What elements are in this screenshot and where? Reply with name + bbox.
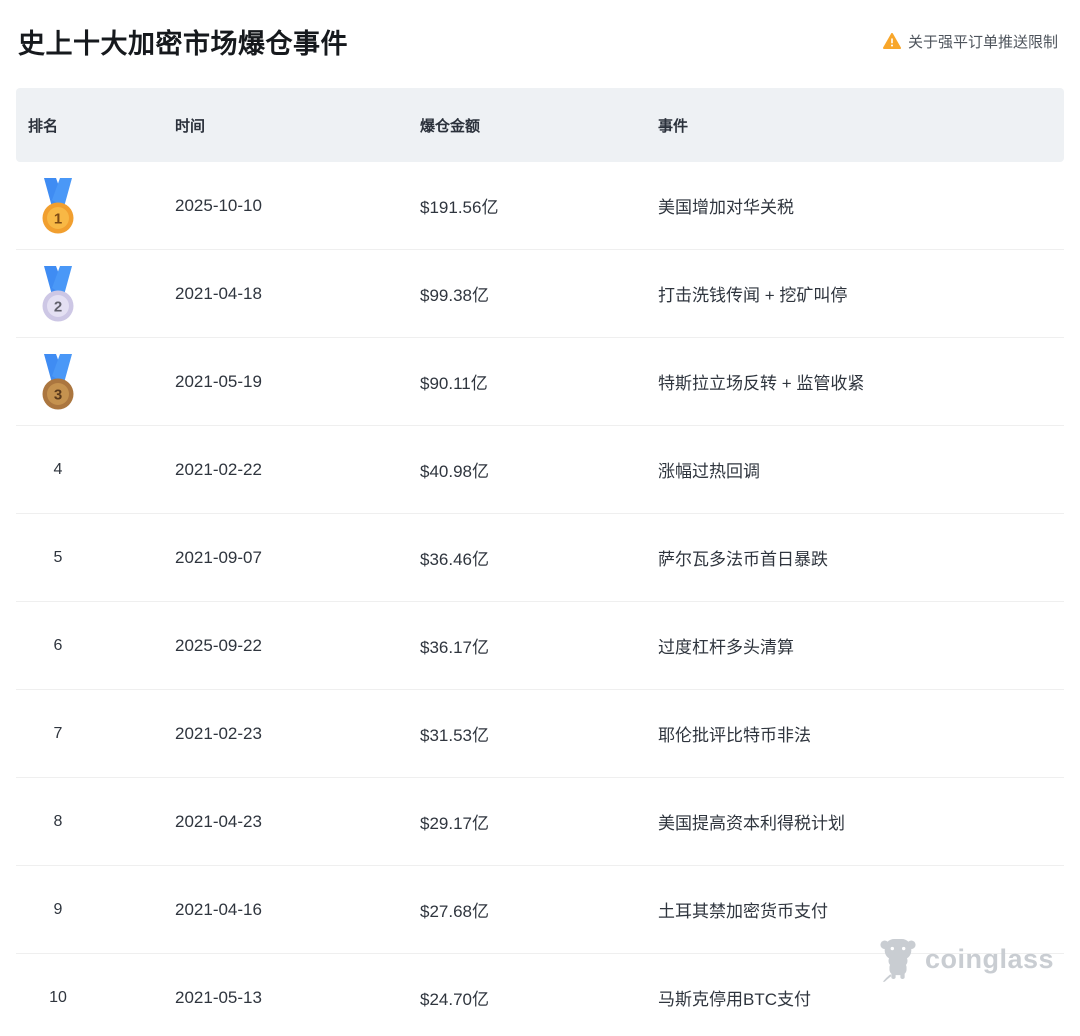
rank-number: 8	[53, 812, 63, 830]
event-cell: 打击洗钱传闻 + 挖矿叫停	[658, 286, 848, 305]
svg-text:2: 2	[54, 298, 62, 315]
rank-cell: 8	[28, 813, 175, 831]
rank-cell: 2	[28, 263, 175, 325]
table-row: 9 2021-04-16 $27.68亿 土耳其禁加密货币支付	[16, 866, 1064, 954]
event-cell: 土耳其禁加密货币支付	[658, 902, 828, 921]
date-cell: 2021-05-19	[175, 371, 262, 391]
topbar: 史上十大加密市场爆仓事件 关于强平订单推送限制	[18, 20, 1058, 62]
rank-cell: 10	[28, 989, 175, 1007]
event-cell: 耶伦批评比特币非法	[658, 726, 811, 745]
amount-cell: $99.38亿	[420, 286, 489, 305]
rank-number: 7	[53, 724, 63, 742]
date-cell: 2021-02-23	[175, 723, 262, 743]
event-cell: 萨尔瓦多法币首日暴跌	[658, 550, 828, 569]
rank-cell: 7	[28, 725, 175, 743]
svg-text:3: 3	[54, 386, 62, 403]
svg-text:1: 1	[54, 210, 62, 227]
amount-cell: $191.56亿	[420, 198, 499, 217]
event-cell: 过度杠杆多头清算	[658, 638, 794, 657]
table-header-row: 排名 时间 爆仓金额 事件	[16, 88, 1064, 162]
date-cell: 2021-02-22	[175, 459, 262, 479]
event-cell: 美国增加对华关税	[658, 198, 794, 217]
table-row: 10 2021-05-13 $24.70亿 马斯克停用BTC支付	[16, 954, 1064, 1036]
silver-medal-icon: 2	[42, 265, 74, 321]
notice-label: 关于强平订单推送限制	[907, 33, 1058, 51]
liquidation-push-limit-link[interactable]: 关于强平订单推送限制	[882, 31, 1058, 52]
table-row: 8 2021-04-23 $29.17亿 美国提高资本利得税计划	[16, 778, 1064, 866]
date-cell: 2025-10-10	[175, 195, 262, 215]
table-row: 4 2021-02-22 $40.98亿 涨幅过热回调	[16, 426, 1064, 514]
header-event: 事件	[658, 117, 689, 135]
date-cell: 2021-04-16	[175, 899, 262, 919]
table-row: 1 2025-10-10 $191.56亿 美国增加对华关税	[16, 162, 1064, 250]
table-row: 7 2021-02-23 $31.53亿 耶伦批评比特币非法	[16, 690, 1064, 778]
rank-cell: 1	[28, 175, 175, 237]
table-row: 2 2021-04-18 $99.38亿 打击洗钱传闻 + 挖矿叫停	[16, 250, 1064, 338]
rank-cell: 3	[28, 351, 175, 413]
header-rank: 排名	[28, 117, 59, 135]
rank-number: 10	[49, 988, 67, 1006]
rank-cell: 9	[28, 901, 175, 919]
amount-cell: $24.70亿	[420, 990, 489, 1009]
gold-medal-icon: 1	[42, 177, 74, 233]
amount-cell: $90.11亿	[420, 374, 488, 393]
amount-cell: $27.68亿	[420, 902, 489, 921]
event-cell: 美国提高资本利得税计划	[658, 814, 845, 833]
rank-cell: 6	[28, 637, 175, 655]
warning-triangle-icon	[882, 33, 901, 49]
amount-cell: $36.17亿	[420, 638, 489, 657]
date-cell: 2021-05-13	[175, 987, 262, 1007]
rank-number: 4	[53, 460, 63, 478]
date-cell: 2025-09-22	[175, 635, 262, 655]
rank-cell: 4	[28, 461, 175, 479]
table-row: 5 2021-09-07 $36.46亿 萨尔瓦多法币首日暴跌	[16, 514, 1064, 602]
date-cell: 2021-04-18	[175, 283, 262, 303]
liquidation-events-page: 史上十大加密市场爆仓事件 关于强平订单推送限制 排名 时间 爆仓金额 事件 1 …	[0, 0, 1080, 1036]
date-cell: 2021-09-07	[175, 547, 262, 567]
rank-cell: 5	[28, 549, 175, 567]
rank-number: 9	[53, 900, 63, 918]
amount-cell: $36.46亿	[420, 550, 489, 569]
amount-cell: $29.17亿	[420, 814, 489, 833]
page-title: 史上十大加密市场爆仓事件	[18, 28, 348, 59]
amount-cell: $31.53亿	[420, 726, 489, 745]
liquidation-events-table: 排名 时间 爆仓金额 事件 1 2025-10-10 $191.56亿 美国增加…	[16, 88, 1064, 1036]
amount-cell: $40.98亿	[420, 462, 489, 481]
header-amount: 爆仓金额	[420, 117, 481, 135]
table-row: 6 2025-09-22 $36.17亿 过度杠杆多头清算	[16, 602, 1064, 690]
event-cell: 特斯拉立场反转 + 监管收紧	[658, 374, 865, 393]
table-row: 3 2021-05-19 $90.11亿 特斯拉立场反转 + 监管收紧	[16, 338, 1064, 426]
date-cell: 2021-04-23	[175, 811, 262, 831]
rank-number: 5	[53, 548, 63, 566]
rank-number: 6	[53, 636, 63, 654]
event-cell: 马斯克停用BTC支付	[658, 990, 811, 1009]
header-time: 时间	[175, 117, 206, 135]
event-cell: 涨幅过热回调	[658, 462, 760, 481]
bronze-medal-icon: 3	[42, 353, 74, 409]
